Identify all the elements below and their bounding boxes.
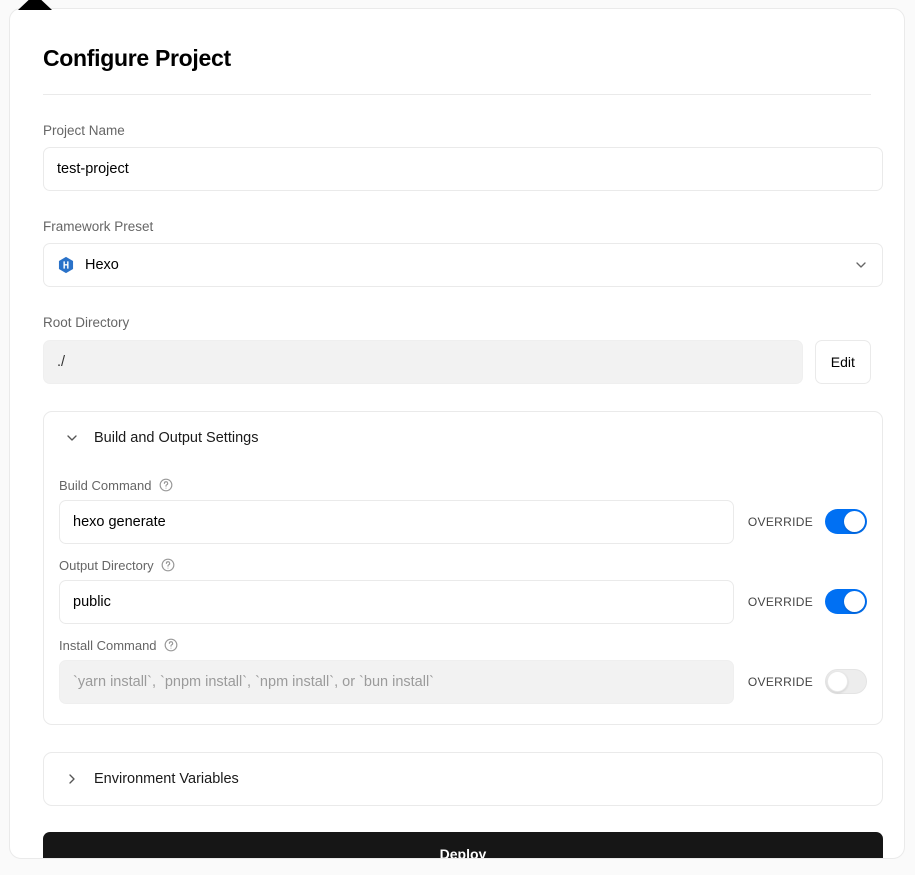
build-command-label: Build Command [59, 477, 152, 493]
framework-preset-label: Framework Preset [43, 219, 154, 235]
build-output-settings-header[interactable]: Build and Output Settings [44, 412, 882, 464]
project-name-input[interactable]: test-project [43, 147, 883, 192]
output-directory-override-toggle[interactable] [825, 589, 867, 615]
help-circle-icon[interactable] [161, 558, 175, 572]
output-directory-row: public OVERRIDE [59, 579, 867, 624]
build-output-settings-title: Build and Output Settings [94, 429, 259, 446]
root-directory-row: ./ Edit [43, 339, 871, 384]
install-command-override-toggle[interactable] [825, 669, 867, 695]
build-command-override-label: OVERRIDE [747, 514, 813, 529]
edit-root-directory-button[interactable]: Edit [814, 339, 871, 384]
configure-project-card: Configure Project Project Name test-proj… [9, 8, 905, 859]
toggle-knob [827, 671, 848, 693]
framework-preset-value: Hexo [85, 257, 119, 274]
help-circle-icon[interactable] [159, 478, 173, 492]
hexo-icon [57, 256, 75, 274]
install-command-label: Install Command [59, 637, 157, 653]
triangle-logo-icon [18, 0, 52, 10]
install-command-override-label: OVERRIDE [747, 674, 813, 689]
toggle-knob [844, 511, 865, 533]
chevron-down-icon [64, 430, 80, 446]
toggle-knob [844, 591, 865, 613]
build-command-input[interactable]: hexo generate [59, 499, 734, 544]
help-circle-icon[interactable] [164, 638, 178, 652]
environment-variables-panel: Environment Variables [43, 751, 883, 806]
build-output-settings-panel: Build and Output Settings Build Command … [43, 410, 883, 725]
build-output-settings-body: Build Command hexo generate OVERRIDE Out… [44, 478, 882, 724]
output-directory-input[interactable]: public [59, 579, 734, 624]
environment-variables-title: Environment Variables [94, 770, 239, 787]
output-directory-label-row: Output Directory [59, 558, 867, 573]
title-divider [43, 94, 871, 95]
project-name-label: Project Name [43, 123, 125, 138]
install-command-input: `yarn install`, `pnpm install`, `npm ins… [59, 659, 734, 704]
chevron-right-icon [64, 771, 80, 787]
output-directory-override-label: OVERRIDE [747, 594, 813, 609]
root-directory-label: Root Directory [43, 315, 130, 331]
install-command-row: `yarn install`, `pnpm install`, `npm ins… [59, 659, 867, 704]
build-command-row: hexo generate OVERRIDE [59, 499, 867, 544]
framework-preset-select[interactable]: Hexo [43, 243, 883, 288]
output-directory-label: Output Directory [59, 557, 154, 573]
environment-variables-header[interactable]: Environment Variables [44, 753, 882, 805]
framework-preset-value-group: Hexo [57, 256, 119, 274]
root-directory-input: ./ [43, 339, 803, 384]
install-command-label-row: Install Command [59, 638, 867, 653]
deploy-button[interactable]: Deploy [43, 831, 883, 858]
chevron-down-icon[interactable] [853, 257, 869, 273]
build-command-override-toggle[interactable] [825, 509, 867, 535]
page-title: Configure Project [43, 45, 231, 71]
page-background-right [905, 0, 915, 875]
build-command-label-row: Build Command [59, 478, 867, 493]
